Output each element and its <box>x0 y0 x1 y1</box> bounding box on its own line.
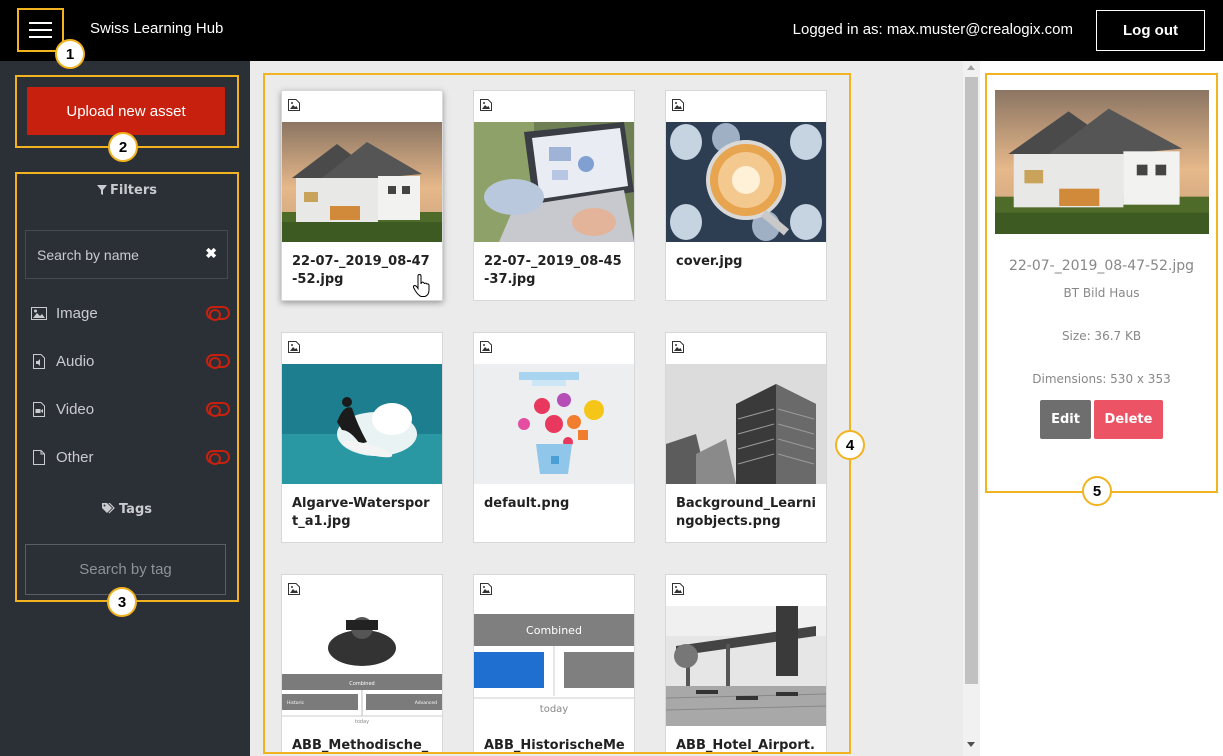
asset-card[interactable]: ABB_Hotel_Airport.pn <box>665 574 827 753</box>
thumb-combined-title: Combined <box>526 624 582 637</box>
thumbnail-combined: Combined today <box>474 606 634 726</box>
filters-panel: Filters Search by name ✖ Image Audio Vid… <box>15 172 239 602</box>
asset-name: 22-07-_2019_08-45-37.jpg <box>484 254 622 287</box>
hand-cursor-icon <box>412 274 430 297</box>
tags-icon <box>101 502 115 514</box>
asset-card[interactable]: 22-07-_2019_08-47-52.jpg <box>281 90 443 301</box>
thumbnail-surfer <box>282 364 442 484</box>
asset-card[interactable]: Algarve-Watersport_a1.jpg <box>281 332 443 543</box>
filter-other: Other <box>30 445 230 469</box>
detail-size: Size: 36.7 KB <box>1061 329 1142 343</box>
filter-other-label: Other <box>56 448 94 466</box>
asset-grid: 22-07-_2019_08-47-52.jpg 22-07-_2019_08-… <box>263 73 851 754</box>
filter-image: Image <box>30 301 230 325</box>
tags-heading: Tags <box>17 502 237 517</box>
asset-card[interactable]: 22-07-_2019_08-45-37.jpg <box>473 90 635 301</box>
image-icon <box>480 99 492 111</box>
callout-badge-1: 1 <box>55 39 85 69</box>
filters-heading: Filters <box>17 183 237 198</box>
logged-in-text: Logged in as: max.muster@crealogix.com <box>792 21 1073 38</box>
filter-image-toggle[interactable] <box>206 306 230 321</box>
asset-name: cover.jpg <box>676 254 743 269</box>
image-icon <box>288 99 300 111</box>
image-icon <box>672 583 684 595</box>
thumbnail-brain-scan <box>666 122 826 242</box>
detail-file-name: 22-07-_2019_08-47-52.jpg <box>1008 258 1195 274</box>
asset-name: ABB_Methodische_Un <box>292 738 429 753</box>
filter-video-toggle[interactable] <box>206 402 230 417</box>
video-file-icon <box>30 401 48 417</box>
filter-image-label: Image <box>56 304 98 322</box>
top-bar: Swiss Learning Hub Logged in as: max.mus… <box>0 0 1223 61</box>
callout-badge-4: 4 <box>835 430 865 460</box>
detail-dimensions: Dimensions: 530 x 353 <box>1032 372 1171 386</box>
thumb-historic-label: Historic <box>287 700 305 706</box>
thumbnail-default <box>474 364 634 484</box>
audio-file-icon <box>30 353 48 369</box>
filters-title: Filters <box>110 183 157 198</box>
search-by-tag-placeholder: Search by tag <box>79 561 172 578</box>
asset-detail-panel: 22-07-_2019_08-47-52.jpg BT Bild Haus Si… <box>985 73 1218 493</box>
detail-alt-text: BT Bild Haus <box>1063 286 1140 300</box>
asset-name: ABB_HistorischeMeth <box>484 738 625 753</box>
filter-audio-toggle[interactable] <box>206 354 230 369</box>
detail-thumbnail <box>995 90 1209 234</box>
thumb-combined-label: Combined <box>349 681 374 687</box>
thumbnail-airport <box>666 606 826 726</box>
asset-name: ABB_Hotel_Airport.pn <box>676 738 815 753</box>
logout-button[interactable]: Log out <box>1096 10 1205 51</box>
image-icon <box>480 341 492 353</box>
asset-name: Algarve-Watersport_a1.jpg <box>292 496 430 529</box>
filter-audio-label: Audio <box>56 352 95 370</box>
thumbnail-binoculars: Combined Historic Advanced today <box>282 606 442 726</box>
search-by-name-placeholder: Search by name <box>37 246 139 263</box>
callout-badge-2: 2 <box>108 132 138 162</box>
filter-other-toggle[interactable] <box>206 450 230 465</box>
image-icon <box>288 583 300 595</box>
thumbnail-laptop <box>474 122 634 242</box>
asset-name: Background_Learningobjects.png <box>676 496 816 529</box>
thumb-today-label: today <box>355 719 369 725</box>
upload-new-asset-button[interactable]: Upload new asset <box>27 87 225 135</box>
filter-icon <box>97 185 107 195</box>
thumb-today-text: today <box>540 704 569 715</box>
scroll-up-arrow-icon[interactable] <box>967 65 975 70</box>
delete-button[interactable]: Delete <box>1094 400 1163 439</box>
edit-button[interactable]: Edit <box>1040 400 1091 439</box>
asset-card[interactable]: Background_Learningobjects.png <box>665 332 827 543</box>
asset-card[interactable]: default.png <box>473 332 635 543</box>
file-icon <box>30 449 48 465</box>
asset-card[interactable]: Combined today ABB_HistorischeMeth <box>473 574 635 753</box>
thumb-advanced-label: Advanced <box>415 700 437 706</box>
scroll-down-arrow-icon[interactable] <box>967 742 975 747</box>
tags-title: Tags <box>118 502 152 517</box>
image-icon <box>672 99 684 111</box>
image-icon <box>288 341 300 353</box>
callout-badge-5: 5 <box>1082 476 1112 506</box>
app-title: Swiss Learning Hub <box>90 20 224 37</box>
asset-card[interactable]: cover.jpg <box>665 90 827 301</box>
grid-scrollbar[interactable] <box>963 61 980 756</box>
callout-badge-3: 3 <box>107 587 137 617</box>
filter-video-label: Video <box>56 400 95 418</box>
clear-icon[interactable]: ✖ <box>205 245 217 262</box>
image-icon <box>672 341 684 353</box>
scrollbar-thumb[interactable] <box>965 77 978 684</box>
thumbnail-house <box>282 122 442 242</box>
image-icon <box>480 583 492 595</box>
image-icon <box>30 305 48 321</box>
thumbnail-building <box>666 364 826 484</box>
filter-audio: Audio <box>30 349 230 373</box>
asset-card[interactable]: Combined Historic Advanced today ABB_Met… <box>281 574 443 753</box>
asset-name: default.png <box>484 496 570 511</box>
filter-video: Video <box>30 397 230 421</box>
search-by-name-input[interactable]: Search by name ✖ <box>25 230 228 279</box>
